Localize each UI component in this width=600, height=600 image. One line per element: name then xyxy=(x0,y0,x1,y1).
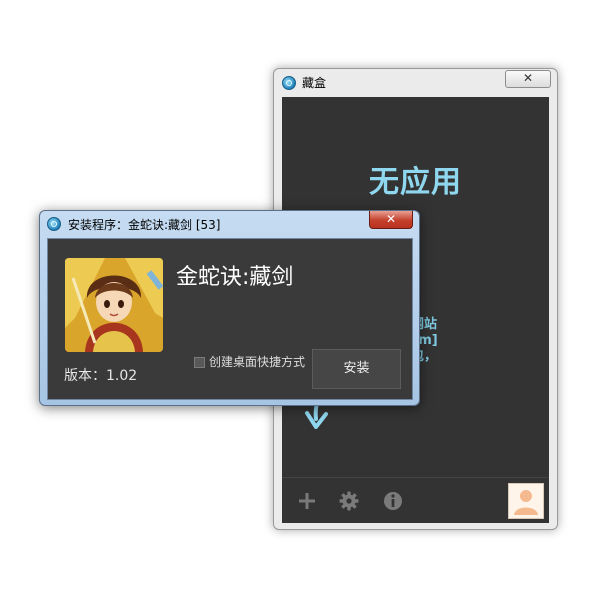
user-avatar-icon xyxy=(514,490,538,515)
version-label: 版本：1.02 xyxy=(64,368,138,384)
user-avatar[interactable] xyxy=(508,483,544,519)
bottom-toolbar xyxy=(282,477,549,523)
installer-body: 金蛇诀:藏剑 版本：1.02 创建桌面快捷方式 安装 xyxy=(47,238,413,400)
plus-icon[interactable] xyxy=(296,490,318,512)
main-titlebar[interactable]: 藏盒 ✕ xyxy=(274,69,557,97)
installer-title: 安装程序：金蛇诀:藏剑 [53] xyxy=(68,218,221,232)
shortcut-checkbox[interactable] xyxy=(194,357,205,368)
app-name: 金蛇诀:藏剑 xyxy=(176,265,294,290)
shortcut-label: 创建桌面快捷方式 xyxy=(209,355,306,369)
install-button[interactable]: 安装 xyxy=(312,349,401,389)
installer-close-button[interactable]: ✕ xyxy=(369,211,413,229)
gear-icon[interactable] xyxy=(338,490,360,512)
shortcut-option[interactable]: 创建桌面快捷方式 xyxy=(194,353,305,370)
main-window-title: 藏盒 xyxy=(302,76,327,90)
installer-window: 安装程序：金蛇诀:藏剑 [53] ✕ 金蛇诀:藏剑 版本：1.02 创建桌面快捷… xyxy=(39,210,420,406)
info-icon[interactable] xyxy=(382,490,404,512)
main-close-button[interactable]: ✕ xyxy=(505,70,551,88)
app-logo-icon xyxy=(47,217,61,231)
empty-state-title: 无应用 xyxy=(369,165,462,200)
game-icon-image xyxy=(65,258,163,352)
app-logo-icon xyxy=(282,76,296,90)
